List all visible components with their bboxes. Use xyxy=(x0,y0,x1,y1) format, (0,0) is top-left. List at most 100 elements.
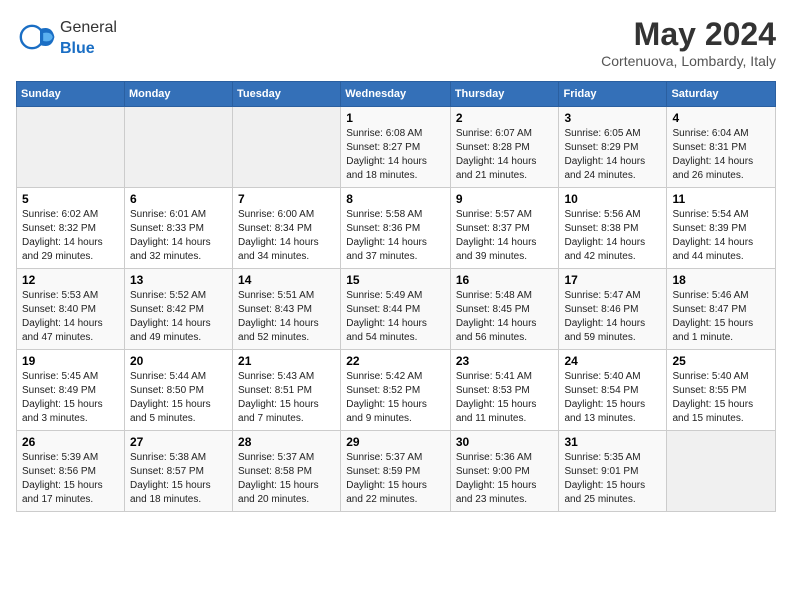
day-info: Sunrise: 5:35 AM Sunset: 9:01 PM Dayligh… xyxy=(564,451,661,507)
day-number: 5 xyxy=(22,192,119,206)
day-info: Sunrise: 5:43 AM Sunset: 8:51 PM Dayligh… xyxy=(238,370,335,426)
day-number: 27 xyxy=(130,435,227,449)
calendar-cell: 21 Sunrise: 5:43 AM Sunset: 8:51 PM Dayli… xyxy=(233,350,341,431)
calendar-cell: 23 Sunrise: 5:41 AM Sunset: 8:53 PM Dayli… xyxy=(450,350,559,431)
day-info: Sunrise: 5:53 AM Sunset: 8:40 PM Dayligh… xyxy=(22,289,119,345)
calendar-cell: 15 Sunrise: 5:49 AM Sunset: 8:44 PM Dayli… xyxy=(341,269,451,350)
title-area: May 2024 Cortenuova, Lombardy, Italy xyxy=(601,16,776,69)
calendar-cell: 30Sunrise: 5:36 AM Sunset: 9:00 PM Dayli… xyxy=(450,431,559,512)
day-info: Sunrise: 5:37 AM Sunset: 8:58 PM Dayligh… xyxy=(238,451,335,507)
calendar-cell: 24 Sunrise: 5:40 AM Sunset: 8:54 PM Dayli… xyxy=(559,350,667,431)
day-info: Sunrise: 5:40 AM Sunset: 8:54 PM Dayligh… xyxy=(564,370,661,426)
weekday-header-tuesday: Tuesday xyxy=(233,82,341,107)
day-number: 2 xyxy=(456,111,554,125)
day-info: Sunrise: 5:48 AM Sunset: 8:45 PM Dayligh… xyxy=(456,289,554,345)
calendar-cell: 14Sunrise: 5:51 AM Sunset: 8:43 PM Dayli… xyxy=(233,269,341,350)
calendar-cell: 11Sunrise: 5:54 AM Sunset: 8:39 PM Dayli… xyxy=(667,188,776,269)
weekday-header-saturday: Saturday xyxy=(667,82,776,107)
day-number: 17 xyxy=(564,273,661,287)
day-info: Sunrise: 6:01 AM Sunset: 8:33 PM Dayligh… xyxy=(130,208,227,264)
day-number: 25 xyxy=(672,354,770,368)
calendar-cell: 13Sunrise: 5:52 AM Sunset: 8:42 PM Dayli… xyxy=(124,269,232,350)
day-info: Sunrise: 5:39 AM Sunset: 8:56 PM Dayligh… xyxy=(22,451,119,507)
day-info: Sunrise: 5:45 AM Sunset: 8:49 PM Dayligh… xyxy=(22,370,119,426)
calendar-cell xyxy=(124,107,232,188)
day-info: Sunrise: 5:46 AM Sunset: 8:47 PM Dayligh… xyxy=(672,289,770,345)
day-number: 28 xyxy=(238,435,335,449)
calendar-cell xyxy=(17,107,125,188)
calendar-week-row: 5 Sunrise: 6:02 AM Sunset: 8:32 PM Daylig… xyxy=(17,188,776,269)
calendar-cell: 25Sunrise: 5:40 AM Sunset: 8:55 PM Dayli… xyxy=(667,350,776,431)
calendar-cell xyxy=(233,107,341,188)
day-number: 10 xyxy=(564,192,661,206)
day-info: Sunrise: 5:57 AM Sunset: 8:37 PM Dayligh… xyxy=(456,208,554,264)
calendar-cell: 5 Sunrise: 6:02 AM Sunset: 8:32 PM Daylig… xyxy=(17,188,125,269)
day-number: 29 xyxy=(346,435,445,449)
day-number: 15 xyxy=(346,273,445,287)
calendar-cell: 12 Sunrise: 5:53 AM Sunset: 8:40 PM Dayli… xyxy=(17,269,125,350)
day-info: Sunrise: 5:37 AM Sunset: 8:59 PM Dayligh… xyxy=(346,451,445,507)
calendar-cell: 20Sunrise: 5:44 AM Sunset: 8:50 PM Dayli… xyxy=(124,350,232,431)
calendar-cell: 2 Sunrise: 6:07 AM Sunset: 8:28 PM Daylig… xyxy=(450,107,559,188)
day-number: 20 xyxy=(130,354,227,368)
calendar-week-row: 26Sunrise: 5:39 AM Sunset: 8:56 PM Dayli… xyxy=(17,431,776,512)
calendar-cell: 3 Sunrise: 6:05 AM Sunset: 8:29 PM Daylig… xyxy=(559,107,667,188)
day-info: Sunrise: 5:56 AM Sunset: 8:38 PM Dayligh… xyxy=(564,208,661,264)
calendar-cell: 17Sunrise: 5:47 AM Sunset: 8:46 PM Dayli… xyxy=(559,269,667,350)
day-info: Sunrise: 6:07 AM Sunset: 8:28 PM Dayligh… xyxy=(456,127,554,183)
day-number: 4 xyxy=(672,111,770,125)
calendar-cell: 28 Sunrise: 5:37 AM Sunset: 8:58 PM Dayli… xyxy=(233,431,341,512)
day-number: 21 xyxy=(238,354,335,368)
day-number: 19 xyxy=(22,354,119,368)
calendar-cell: 26Sunrise: 5:39 AM Sunset: 8:56 PM Dayli… xyxy=(17,431,125,512)
day-number: 18 xyxy=(672,273,770,287)
weekday-header-wednesday: Wednesday xyxy=(341,82,451,107)
day-number: 31 xyxy=(564,435,661,449)
weekday-header-monday: Monday xyxy=(124,82,232,107)
logo-blue-text: Blue xyxy=(60,40,95,57)
calendar-cell: 1 Sunrise: 6:08 AM Sunset: 8:27 PM Daylig… xyxy=(341,107,451,188)
calendar-cell: 31 Sunrise: 5:35 AM Sunset: 9:01 PM Dayli… xyxy=(559,431,667,512)
day-info: Sunrise: 6:00 AM Sunset: 8:34 PM Dayligh… xyxy=(238,208,335,264)
calendar-week-row: 19 Sunrise: 5:45 AM Sunset: 8:49 PM Dayli… xyxy=(17,350,776,431)
day-number: 9 xyxy=(456,192,554,206)
weekday-header-friday: Friday xyxy=(559,82,667,107)
calendar-cell: 10 Sunrise: 5:56 AM Sunset: 8:38 PM Dayli… xyxy=(559,188,667,269)
day-number: 8 xyxy=(346,192,445,206)
logo: General Blue xyxy=(16,16,117,58)
day-number: 23 xyxy=(456,354,554,368)
day-info: Sunrise: 6:05 AM Sunset: 8:29 PM Dayligh… xyxy=(564,127,661,183)
day-number: 6 xyxy=(130,192,227,206)
calendar-week-row: 1 Sunrise: 6:08 AM Sunset: 8:27 PM Daylig… xyxy=(17,107,776,188)
calendar-cell: 9 Sunrise: 5:57 AM Sunset: 8:37 PM Daylig… xyxy=(450,188,559,269)
calendar-cell: 22Sunrise: 5:42 AM Sunset: 8:52 PM Dayli… xyxy=(341,350,451,431)
day-number: 30 xyxy=(456,435,554,449)
day-info: Sunrise: 5:42 AM Sunset: 8:52 PM Dayligh… xyxy=(346,370,445,426)
month-title: May 2024 xyxy=(601,16,776,53)
calendar-cell xyxy=(667,431,776,512)
day-number: 24 xyxy=(564,354,661,368)
day-number: 1 xyxy=(346,111,445,125)
calendar-cell: 27Sunrise: 5:38 AM Sunset: 8:57 PM Dayli… xyxy=(124,431,232,512)
calendar-cell: 6 Sunrise: 6:01 AM Sunset: 8:33 PM Daylig… xyxy=(124,188,232,269)
day-number: 3 xyxy=(564,111,661,125)
day-info: Sunrise: 5:49 AM Sunset: 8:44 PM Dayligh… xyxy=(346,289,445,345)
day-info: Sunrise: 5:51 AM Sunset: 8:43 PM Dayligh… xyxy=(238,289,335,345)
logo-general-text: General xyxy=(60,19,117,36)
day-number: 16 xyxy=(456,273,554,287)
day-info: Sunrise: 5:41 AM Sunset: 8:53 PM Dayligh… xyxy=(456,370,554,426)
calendar-cell: 29 Sunrise: 5:37 AM Sunset: 8:59 PM Dayli… xyxy=(341,431,451,512)
day-number: 12 xyxy=(22,273,119,287)
day-info: Sunrise: 6:04 AM Sunset: 8:31 PM Dayligh… xyxy=(672,127,770,183)
weekday-header-sunday: Sunday xyxy=(17,82,125,107)
day-info: Sunrise: 6:02 AM Sunset: 8:32 PM Dayligh… xyxy=(22,208,119,264)
calendar-cell: 8Sunrise: 5:58 AM Sunset: 8:36 PM Daylig… xyxy=(341,188,451,269)
page-header: General Blue May 2024 Cortenuova, Lombar… xyxy=(16,16,776,69)
day-number: 13 xyxy=(130,273,227,287)
weekday-header-row: SundayMondayTuesdayWednesdayThursdayFrid… xyxy=(17,82,776,107)
day-number: 7 xyxy=(238,192,335,206)
location-subtitle: Cortenuova, Lombardy, Italy xyxy=(601,53,776,69)
day-number: 11 xyxy=(672,192,770,206)
calendar-cell: 16 Sunrise: 5:48 AM Sunset: 8:45 PM Dayli… xyxy=(450,269,559,350)
day-info: Sunrise: 6:08 AM Sunset: 8:27 PM Dayligh… xyxy=(346,127,445,183)
